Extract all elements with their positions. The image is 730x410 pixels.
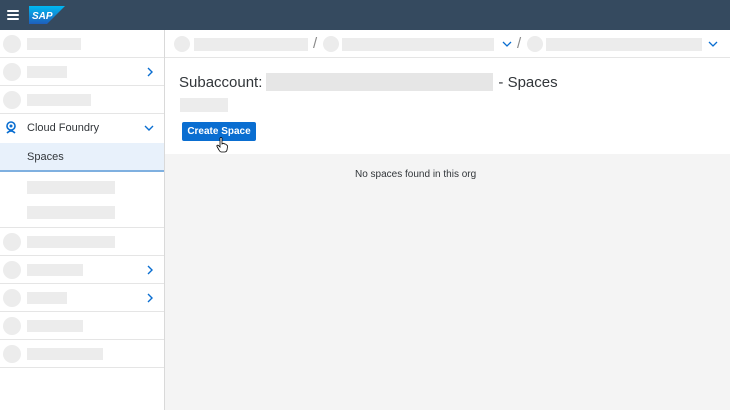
sidebar-item-label: Cloud Foundry bbox=[27, 122, 100, 134]
hand-cursor-icon bbox=[216, 137, 228, 153]
sidebar: Cloud Foundry Spaces bbox=[0, 30, 165, 410]
chevron-down-icon[interactable] bbox=[707, 38, 719, 50]
sidebar-item-6[interactable] bbox=[0, 228, 164, 256]
sidebar-item-icon bbox=[3, 317, 21, 335]
sidebar-item-icon bbox=[3, 35, 21, 53]
breadcrumb-separator: / bbox=[517, 35, 522, 52]
hamburger-icon[interactable] bbox=[7, 10, 19, 20]
spaces-list-area: No spaces found in this org bbox=[165, 154, 730, 410]
sidebar-item-icon bbox=[3, 345, 21, 363]
sidebar-item-3[interactable] bbox=[0, 86, 164, 114]
breadcrumb-item-placeholder[interactable] bbox=[546, 38, 702, 51]
sidebar-item-icon bbox=[3, 91, 21, 109]
subaccount-name-placeholder bbox=[266, 73, 494, 91]
sidebar-item-icon bbox=[3, 233, 21, 251]
breadcrumb-icon bbox=[323, 36, 339, 52]
sidebar-item-10[interactable] bbox=[0, 340, 164, 368]
sidebar-item-label-placeholder bbox=[27, 38, 81, 50]
sidebar-item-icon bbox=[3, 261, 21, 279]
sidebar-item-spaces[interactable]: Spaces bbox=[0, 143, 164, 172]
sidebar-item-label: Spaces bbox=[27, 151, 64, 163]
sap-logo[interactable]: SAP bbox=[29, 6, 65, 24]
sidebar-item-label-placeholder bbox=[27, 264, 83, 276]
empty-state-message: No spaces found in this org bbox=[355, 169, 477, 180]
breadcrumb-icon bbox=[527, 36, 543, 52]
logo-text: SAP bbox=[32, 11, 53, 22]
sidebar-item-label-placeholder bbox=[27, 66, 67, 78]
sidebar-item-label-placeholder bbox=[27, 236, 115, 248]
sidebar-subitem-placeholder[interactable] bbox=[27, 181, 115, 194]
chevron-right-icon[interactable] bbox=[145, 264, 155, 276]
subtitle-placeholder bbox=[180, 98, 228, 112]
shell-bar: SAP bbox=[0, 0, 730, 30]
chevron-down-icon[interactable] bbox=[501, 38, 513, 50]
breadcrumb-item-placeholder[interactable] bbox=[194, 38, 308, 51]
page-title: Subaccount: - Spaces bbox=[179, 73, 558, 91]
page-title-suffix: - Spaces bbox=[498, 73, 558, 91]
sidebar-subitem-placeholder[interactable] bbox=[27, 206, 115, 219]
breadcrumb-item-placeholder[interactable] bbox=[342, 38, 494, 51]
sidebar-item-label-placeholder bbox=[27, 94, 91, 106]
sidebar-item-icon bbox=[3, 63, 21, 81]
sidebar-item-7[interactable] bbox=[0, 256, 164, 284]
main-content: / / Subaccount: - Spaces Create Space No… bbox=[165, 30, 730, 410]
sidebar-item-label-placeholder bbox=[27, 292, 67, 304]
sidebar-item-9[interactable] bbox=[0, 312, 164, 340]
sidebar-item-label-placeholder bbox=[27, 348, 103, 360]
chevron-down-icon[interactable] bbox=[143, 122, 155, 134]
cloud-foundry-icon bbox=[6, 121, 16, 134]
chevron-right-icon[interactable] bbox=[145, 66, 155, 78]
chevron-right-icon[interactable] bbox=[145, 292, 155, 304]
breadcrumb-separator: / bbox=[313, 35, 318, 52]
page-title-prefix: Subaccount: bbox=[179, 73, 263, 91]
sidebar-item-1[interactable] bbox=[0, 30, 164, 58]
sidebar-item-2[interactable] bbox=[0, 58, 164, 86]
sidebar-item-cloud-foundry[interactable]: Cloud Foundry bbox=[0, 114, 164, 143]
breadcrumb: / / bbox=[165, 30, 730, 58]
sidebar-item-icon bbox=[3, 289, 21, 307]
breadcrumb-icon bbox=[174, 36, 190, 52]
sidebar-item-label-placeholder bbox=[27, 320, 83, 332]
sidebar-item-8[interactable] bbox=[0, 284, 164, 312]
